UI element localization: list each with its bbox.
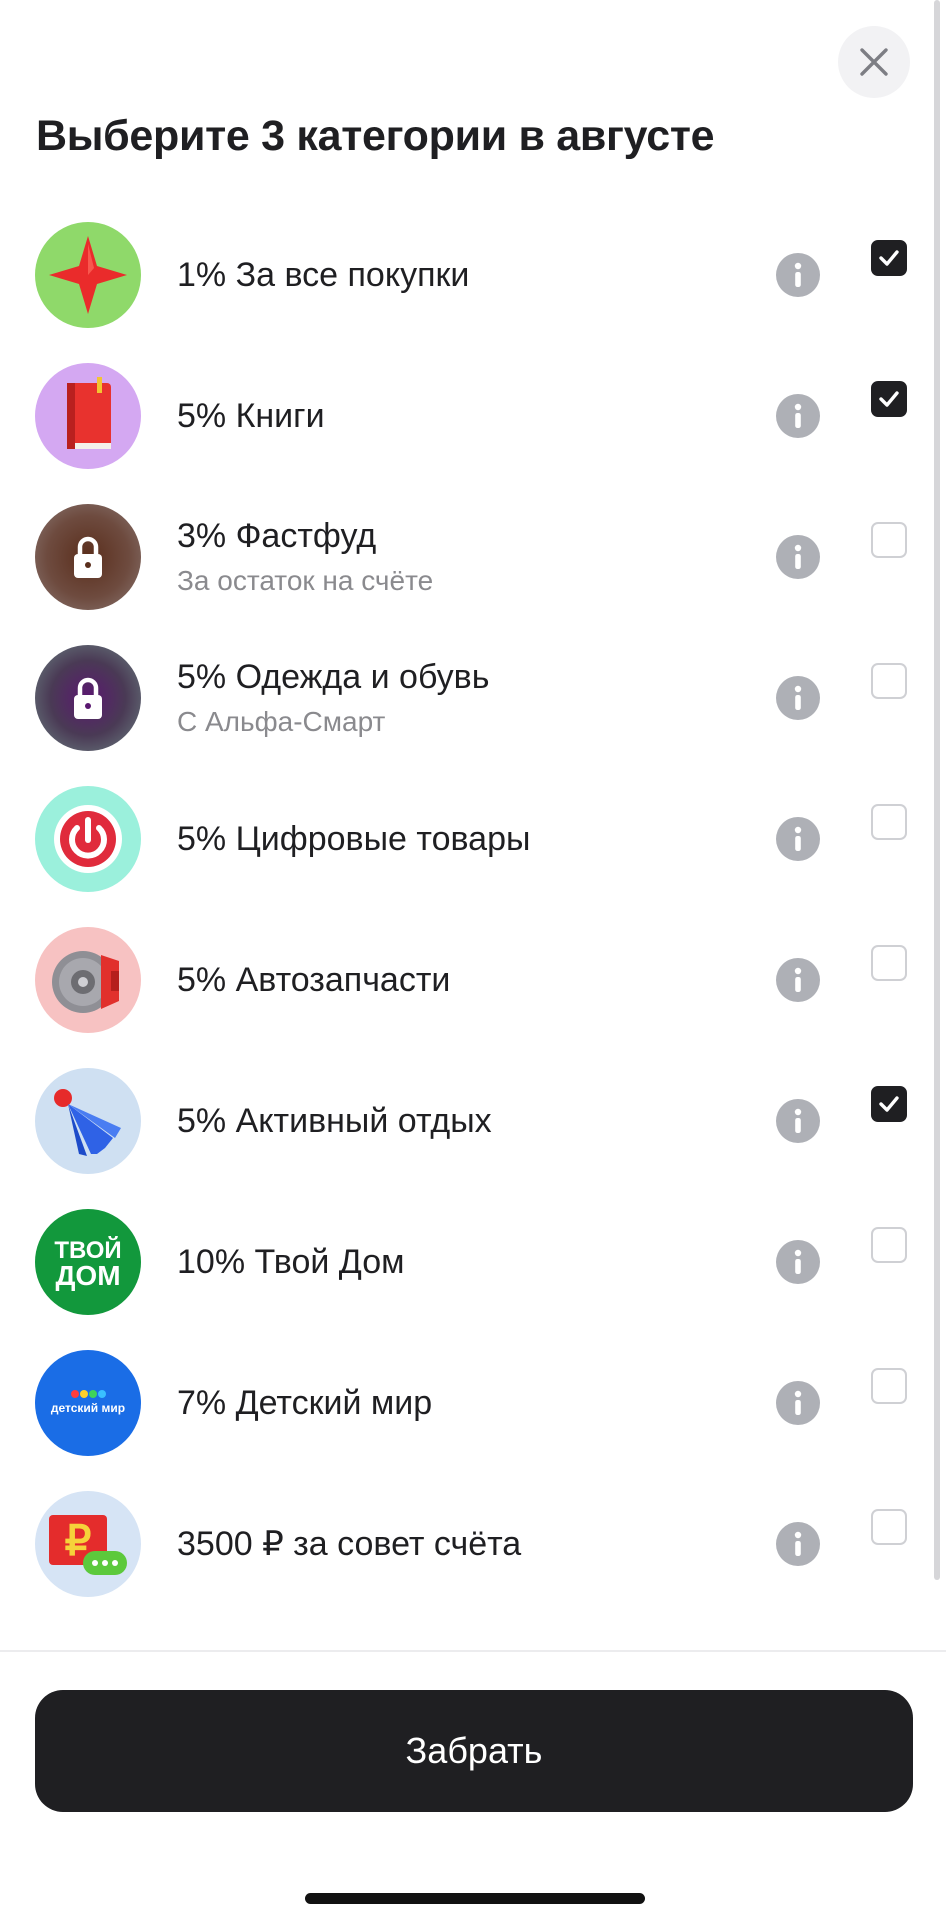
- info-icon[interactable]: [776, 958, 820, 1002]
- category-row[interactable]: детский мир 7% Детский мир: [0, 1332, 946, 1473]
- category-checkbox[interactable]: [871, 663, 907, 699]
- category-label: 5% Одежда и обувь: [177, 657, 490, 696]
- category-checkbox[interactable]: [871, 522, 907, 558]
- category-checkbox[interactable]: [871, 1368, 907, 1404]
- category-label: 5% Книги: [177, 396, 325, 435]
- home-indicator[interactable]: [305, 1893, 645, 1904]
- info-icon[interactable]: [776, 1381, 820, 1425]
- info-icon[interactable]: [776, 253, 820, 297]
- category-subtitle: С Альфа-Смарт: [177, 705, 386, 737]
- category-checkbox[interactable]: [871, 381, 907, 417]
- logo-text: детский мир: [51, 1401, 125, 1415]
- lock-icon: [35, 645, 141, 751]
- category-row[interactable]: 5% Автозапчасти: [0, 909, 946, 1050]
- info-icon[interactable]: [776, 817, 820, 861]
- info-icon[interactable]: [776, 535, 820, 579]
- submit-button[interactable]: Забрать: [35, 1690, 913, 1812]
- checkmark-icon: [879, 250, 899, 266]
- brake-disc-icon: [35, 927, 141, 1033]
- category-label: 1% За все покупки: [177, 255, 470, 294]
- checkmark-icon: [879, 1096, 899, 1112]
- category-row[interactable]: ₽ 3500 ₽ за совет счёта: [0, 1473, 946, 1614]
- info-icon[interactable]: [776, 1240, 820, 1284]
- footer-divider: [0, 1650, 946, 1652]
- category-label: 5% Автозапчасти: [177, 960, 451, 999]
- info-icon[interactable]: [776, 676, 820, 720]
- category-label: 10% Твой Дом: [177, 1242, 405, 1281]
- close-button[interactable]: [838, 26, 910, 98]
- shuttlecock-icon: [35, 1068, 141, 1174]
- checkmark-icon: [879, 391, 899, 407]
- tvoy-dom-logo: ТВОЙ ДОМ: [35, 1209, 141, 1315]
- category-row[interactable]: 5% Одежда и обувь С Альфа-Смарт: [0, 627, 946, 768]
- category-row[interactable]: 5% Активный отдых: [0, 1050, 946, 1191]
- category-row[interactable]: 3% Фастфуд За остаток на счёте: [0, 486, 946, 627]
- dialog-title: Выберите 3 категории в августе: [36, 112, 715, 160]
- category-label: 3% Фастфуд: [177, 516, 377, 555]
- info-icon[interactable]: [776, 1522, 820, 1566]
- power-icon: [35, 786, 141, 892]
- info-icon[interactable]: [776, 1099, 820, 1143]
- star-icon: [35, 222, 141, 328]
- category-subtitle: За остаток на счёте: [177, 564, 434, 596]
- category-list: 1% За все покупки 5% Книги 3% Фастфуд За…: [0, 204, 946, 1614]
- category-checkbox[interactable]: [871, 1509, 907, 1545]
- category-label: 5% Цифровые товары: [177, 819, 531, 858]
- category-checkbox[interactable]: [871, 1086, 907, 1122]
- category-label: 3500 ₽ за совет счёта: [177, 1524, 522, 1563]
- category-checkbox[interactable]: [871, 240, 907, 276]
- category-row[interactable]: 1% За все покупки: [0, 204, 946, 345]
- close-icon: [860, 48, 888, 76]
- category-checkbox[interactable]: [871, 1227, 907, 1263]
- lock-icon: [35, 504, 141, 610]
- ruble-card-icon: ₽: [35, 1491, 141, 1597]
- category-label: 7% Детский мир: [177, 1383, 433, 1422]
- book-icon: [35, 363, 141, 469]
- category-checkbox[interactable]: [871, 945, 907, 981]
- category-checkbox[interactable]: [871, 804, 907, 840]
- category-label: 5% Активный отдых: [177, 1101, 492, 1140]
- category-row[interactable]: ТВОЙ ДОМ 10% Твой Дом: [0, 1191, 946, 1332]
- detskiy-mir-logo: детский мир: [35, 1350, 141, 1456]
- info-icon[interactable]: [776, 394, 820, 438]
- category-row[interactable]: 5% Цифровые товары: [0, 768, 946, 909]
- logo-text: ДОМ: [55, 1260, 120, 1291]
- category-row[interactable]: 5% Книги: [0, 345, 946, 486]
